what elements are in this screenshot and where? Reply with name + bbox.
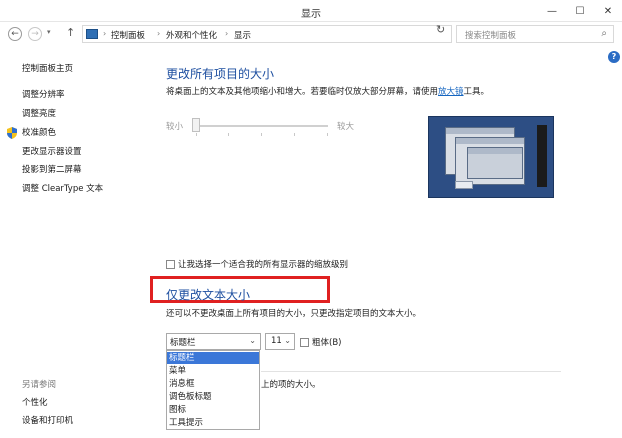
slider-tick	[228, 133, 229, 136]
maximize-button[interactable]: ☐	[566, 0, 594, 22]
sidebar-item-brightness[interactable]: 调整亮度	[22, 107, 56, 119]
custom-scaling-checkbox-row[interactable]: 让我选择一个适合我的所有显示器的缩放级别	[166, 258, 348, 270]
section-description: 将桌面上的文本及其他项缩小和增大。若要临时仅放大部分屏幕，请使用放大镜工具。	[166, 87, 490, 97]
slider-tick	[327, 133, 328, 136]
dropdown-option-palette-title[interactable]: 调色板标题	[167, 391, 259, 403]
sidebar-item-resolution[interactable]: 调整分辨率	[22, 88, 65, 100]
see-also-title: 另请参阅	[22, 380, 57, 390]
preview-taskbar-item	[455, 181, 473, 189]
dropdown-option-title-bar[interactable]: 标题栏	[167, 352, 259, 364]
slider-min-label: 较小	[166, 122, 184, 132]
breadcrumb-display[interactable]: 显示	[234, 29, 251, 41]
item-select[interactable]: 标题栏 ⌄	[166, 333, 261, 350]
dropdown-option-tooltip[interactable]: 工具提示	[167, 417, 259, 429]
window-title: 显示	[301, 9, 321, 20]
search-icon[interactable]: ⌕	[601, 28, 607, 39]
preview-sidebar	[537, 125, 547, 187]
breadcrumb-appearance[interactable]: 外观和个性化	[166, 29, 217, 41]
recent-pages-chevron-icon[interactable]: ▾	[47, 28, 51, 36]
section-heading-change-size: 更改所有项目的大小	[166, 67, 275, 81]
bold-label: 粗体(B)	[312, 338, 342, 348]
partial-description: 上的项的大小。	[261, 380, 321, 390]
sidebar-item-calibrate-color[interactable]: 校准颜色	[22, 126, 56, 138]
sidebar-item-home[interactable]: 控制面板主页	[22, 62, 73, 74]
chevron-down-icon: ⌄	[249, 336, 256, 345]
minimize-button[interactable]: —	[538, 0, 566, 22]
custom-scaling-label: 让我选择一个适合我的所有显示器的缩放级别	[178, 260, 349, 270]
font-size-value: 11	[271, 336, 282, 346]
size-slider-thumb[interactable]	[192, 118, 200, 132]
breadcrumb-separator: ›	[225, 29, 229, 38]
chevron-down-icon: ⌄	[284, 336, 291, 345]
bold-checkbox[interactable]	[300, 337, 309, 347]
section-description-text-only: 还可以不更改桌面上所有项目的大小，只更改指定项目的文本大小。	[166, 309, 422, 319]
dropdown-option-icon[interactable]: 图标	[167, 404, 259, 416]
see-also-personalization[interactable]: 个性化	[22, 396, 48, 408]
address-row: ← → ▾ ↑ › 控制面板 › 外观和个性化 › 显示 ▾ ↻ 搜索控制面板 …	[0, 22, 622, 46]
up-arrow-icon[interactable]: ↑	[66, 26, 75, 39]
help-icon[interactable]: ?	[608, 51, 620, 63]
item-select-value: 标题栏	[170, 338, 196, 348]
control-panel-icon	[86, 29, 98, 39]
slider-max-label: 较大	[337, 122, 355, 132]
slider-tick	[261, 133, 262, 136]
dropdown-option-message-box[interactable]: 消息框	[167, 378, 259, 390]
forward-icon[interactable]: →	[28, 27, 42, 41]
bold-checkbox-row[interactable]: 粗体(B)	[300, 336, 341, 348]
slider-tick	[196, 133, 197, 136]
search-input[interactable]: 搜索控制面板 ⌕	[456, 25, 614, 43]
font-size-select[interactable]: 11 ⌄	[265, 333, 295, 350]
magnifier-link[interactable]: 放大镜	[438, 87, 464, 97]
left-pane: 控制面板主页 调整分辨率 调整亮度 校准颜色 更改显示器设置 投影到第二屏幕 调…	[0, 46, 155, 438]
divider	[261, 371, 561, 372]
breadcrumb-control-panel[interactable]: 控制面板	[111, 29, 145, 41]
close-button[interactable]: ✕	[594, 0, 622, 22]
section-heading-text-only: 仅更改文本大小	[166, 288, 251, 302]
refresh-icon[interactable]: ↻	[436, 23, 445, 36]
back-icon[interactable]: ←	[8, 27, 22, 41]
size-slider-track[interactable]	[196, 125, 328, 127]
preview-window	[467, 147, 523, 179]
address-bar[interactable]: › 控制面板 › 外观和个性化 › 显示 ▾	[82, 25, 501, 43]
search-placeholder: 搜索控制面板	[465, 31, 517, 41]
dropdown-option-menu[interactable]: 菜单	[167, 365, 259, 377]
breadcrumb-separator: ›	[157, 29, 161, 38]
sidebar-item-display-settings[interactable]: 更改显示器设置	[22, 145, 82, 157]
sidebar-item-project[interactable]: 投影到第二屏幕	[22, 163, 82, 175]
shield-icon	[7, 127, 17, 139]
title-bar: 显示 — ☐ ✕	[0, 0, 622, 22]
custom-scaling-checkbox[interactable]	[166, 259, 175, 269]
display-preview-image	[428, 116, 554, 198]
item-dropdown-list[interactable]: 标题栏 菜单 消息框 调色板标题 图标 工具提示	[166, 350, 260, 430]
see-also-devices-printers[interactable]: 设备和打印机	[22, 414, 73, 426]
slider-tick	[294, 133, 295, 136]
sidebar-item-cleartype[interactable]: 调整 ClearType 文本	[22, 182, 103, 194]
breadcrumb-separator: ›	[103, 29, 107, 38]
